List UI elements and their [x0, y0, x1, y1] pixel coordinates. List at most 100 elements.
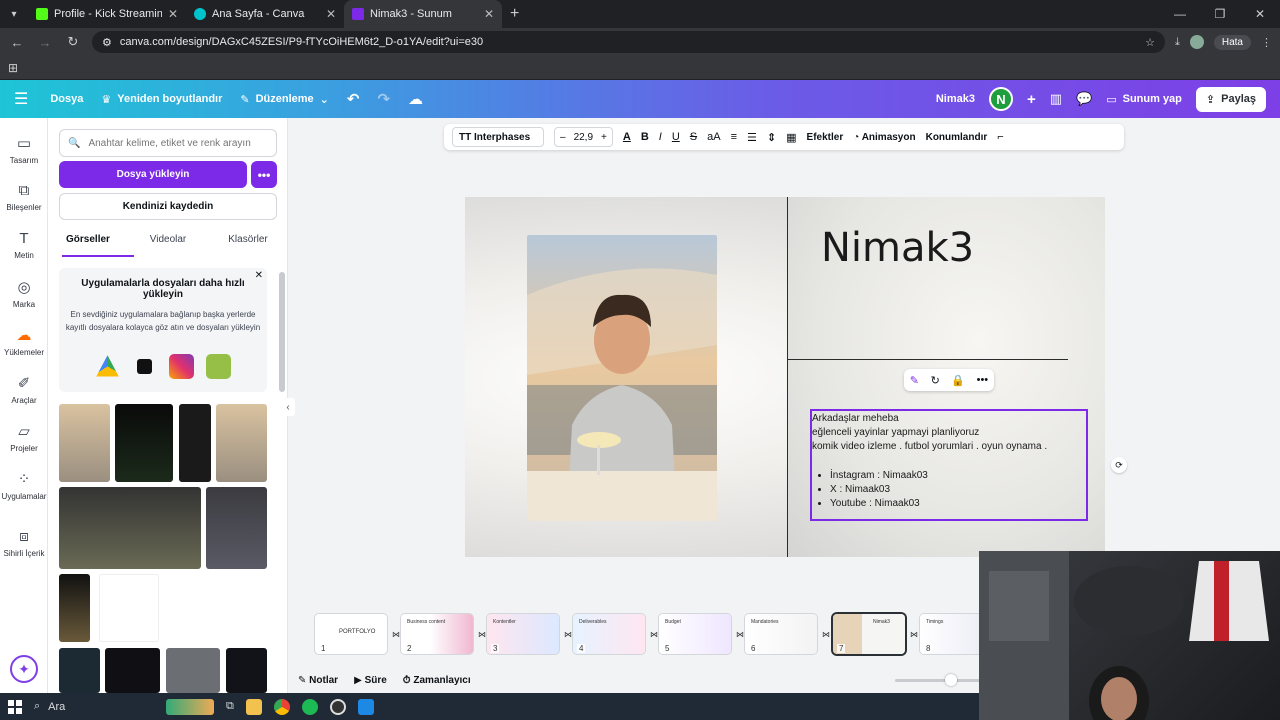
tab-folders[interactable]: Klasörler [208, 234, 287, 258]
instagram-icon[interactable] [169, 354, 194, 379]
page-thumb-4[interactable]: Deliverables 4 [573, 614, 645, 654]
timer-button[interactable]: ⏱ Zamanlayıcı [403, 675, 471, 686]
back-icon[interactable]: ← [8, 35, 26, 50]
page-thumb-7[interactable]: Nimak3 7 [833, 614, 905, 654]
share-button[interactable]: ⇪ Paylaş [1195, 86, 1266, 112]
close-icon[interactable]: ✕ [326, 7, 336, 21]
analytics-icon[interactable]: ▥ [1050, 91, 1062, 107]
slide-canvas[interactable]: Nimak3 Arkadaşlar meheba eğlenceli yayin… [465, 197, 1105, 557]
font-selector[interactable]: TT Interphases [452, 127, 544, 147]
bold-icon[interactable]: B [641, 131, 649, 143]
spotify-icon[interactable] [301, 698, 318, 715]
transition-icon[interactable]: ⋈ [478, 630, 486, 639]
document-name[interactable]: Nimak3 [936, 93, 975, 105]
zoom-slider[interactable] [895, 679, 980, 682]
page-thumb-3[interactable]: Kontentler 3 [487, 614, 559, 654]
page-thumb-5[interactable]: Budget 5 [659, 614, 731, 654]
transition-icon[interactable]: ⋈ [564, 630, 572, 639]
strikethrough-icon[interactable]: S [690, 131, 697, 143]
decrease-size-icon[interactable]: – [560, 132, 566, 143]
menu-dots-icon[interactable]: ⋮ [1261, 36, 1272, 49]
align-icon[interactable]: ≡ [731, 131, 737, 143]
image-thumb[interactable] [226, 648, 267, 693]
error-badge[interactable]: Hata [1213, 34, 1251, 50]
undo-icon[interactable]: ↶ [347, 90, 360, 108]
close-window-icon[interactable]: ✕ [1240, 7, 1280, 21]
record-yourself-button[interactable]: Kendinizi kaydedin [59, 193, 277, 220]
effects-button[interactable]: Efektler [807, 132, 844, 143]
text-color-icon[interactable]: A [623, 131, 631, 143]
upload-files-button[interactable]: Dosya yükleyin [59, 161, 247, 188]
user-avatar[interactable]: N [988, 87, 1013, 111]
rotate-icon[interactable]: ⟳ [1111, 457, 1127, 473]
increase-size-icon[interactable]: + [601, 132, 607, 143]
lock-icon[interactable]: 🔒 [951, 374, 965, 387]
font-size-value[interactable]: 22,9 [574, 132, 593, 143]
collapse-panel-icon[interactable]: ‹ [281, 398, 295, 416]
transition-icon[interactable]: ⋈ [650, 630, 658, 639]
panel-scrollbar[interactable] [279, 272, 285, 392]
windows-start-icon[interactable] [8, 699, 22, 714]
rail-item-magic[interactable]: ⧈ Sihirli İçerik [0, 528, 48, 558]
transition-icon[interactable]: ⋈ [736, 630, 744, 639]
image-thumb[interactable] [216, 404, 267, 482]
resize-button[interactable]: ♛ Yeniden boyutlandır [101, 93, 222, 106]
italic-icon[interactable]: I [659, 131, 662, 143]
spacing-icon[interactable]: ⇕ [767, 131, 776, 144]
image-thumb[interactable] [59, 648, 100, 693]
image-thumb[interactable] [59, 404, 110, 482]
restore-icon[interactable]: ❐ [1200, 7, 1240, 21]
close-icon[interactable]: ✕ [168, 7, 178, 21]
file-menu[interactable]: Dosya [50, 93, 83, 105]
image-thumb[interactable] [164, 574, 204, 642]
google-drive-icon[interactable] [96, 355, 119, 377]
letter-case-icon[interactable]: aA [707, 131, 720, 143]
tab-videos[interactable]: Videolar [128, 234, 208, 258]
duration-button[interactable]: ▶ Süre [354, 675, 387, 686]
page-thumb-1[interactable]: PORTFOLYO 1 [315, 614, 387, 654]
widget-icon[interactable] [166, 698, 214, 715]
download-icon[interactable]: ⤓ [1175, 36, 1180, 49]
list-icon[interactable]: ☰ [747, 131, 757, 144]
profile-avatar[interactable] [1189, 35, 1204, 49]
more-dots-icon[interactable]: ••• [977, 374, 989, 386]
site-info-icon[interactable]: ⚙ [102, 36, 112, 49]
url-field[interactable]: ⚙ canva.com/design/DAGxC45ZESI/P9-fTYcOi… [92, 31, 1165, 53]
more-options-icon[interactable]: ••• [251, 161, 277, 188]
selected-text-box[interactable]: Arkadaşlar meheba eğlenceli yayinlar yap… [810, 409, 1088, 521]
slide-title[interactable]: Nimak3 [821, 225, 974, 271]
comment-add-icon[interactable]: ↻ [931, 374, 940, 387]
taskbar-search[interactable]: ⌕ Ara [34, 700, 154, 713]
image-thumb[interactable] [99, 574, 159, 642]
image-thumb[interactable] [59, 487, 201, 569]
shopify-icon[interactable] [206, 354, 231, 379]
tab-kick[interactable]: Profile - Kick Streaming ✕ [28, 0, 186, 28]
new-tab-icon[interactable]: + [502, 5, 527, 23]
transition-icon[interactable]: ⋈ [910, 630, 918, 639]
transition-icon[interactable]: ⋈ [392, 630, 400, 639]
chrome-icon[interactable] [273, 698, 290, 715]
present-button[interactable]: ▭ Sunum yap [1106, 93, 1182, 106]
reload-icon[interactable]: ↻ [64, 34, 82, 50]
rail-item-apps[interactable]: ⁘ Uygulamalar [0, 470, 48, 501]
bookmark-star-icon[interactable]: ☆ [1145, 36, 1155, 49]
search-input[interactable] [88, 137, 268, 149]
magic-write-icon[interactable]: ✎ [910, 374, 919, 387]
tab-search-icon[interactable]: ▾ [0, 0, 28, 28]
edit-mode-dropdown[interactable]: ✎ Düzenleme ⌄ [240, 93, 329, 106]
image-thumb[interactable] [206, 487, 267, 569]
app-icon[interactable] [357, 698, 374, 715]
rail-item-elements[interactable]: ⧉ Bileşenler [0, 182, 48, 212]
file-explorer-icon[interactable] [245, 698, 262, 715]
comment-icon[interactable]: 💬 [1076, 91, 1092, 107]
copy-style-icon[interactable]: ⌐ [997, 131, 1003, 143]
rail-item-projects[interactable]: ▱ Projeler [0, 422, 48, 453]
portrait-illustration[interactable] [527, 235, 717, 521]
apps-grid-icon[interactable]: ⊞ [8, 61, 18, 75]
redo-icon[interactable]: ↷ [377, 90, 390, 108]
rail-item-uploads[interactable]: ☁ Yüklemeler [0, 326, 48, 357]
zoom-slider-handle[interactable] [945, 674, 957, 686]
image-thumb[interactable] [105, 648, 160, 693]
rail-item-text[interactable]: T Metin [0, 230, 48, 260]
transparency-icon[interactable]: ▦ [786, 131, 796, 144]
